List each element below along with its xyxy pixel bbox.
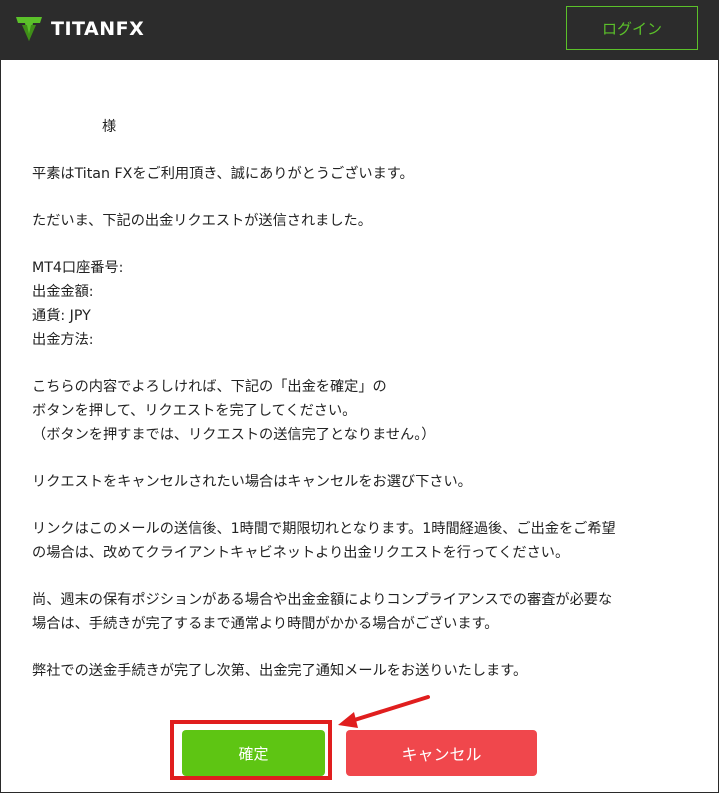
email-body: 様 平素はTitan FXをご利用頂き、誠にありがとうございます。 ただいま、下…: [32, 115, 702, 683]
brand-main-text: TITAN: [51, 18, 116, 40]
brand-fx-text: FX: [115, 18, 145, 40]
currency-row: 通貨: JPY: [32, 308, 91, 324]
confirm-instruction-3: （ボタンを押すまでは、リクエストの送信完了となりません。）: [32, 427, 436, 443]
review-note-1: 尚、週末の保有ポジションがある場合や出金金額によりコンプライアンスでの審査が必要…: [32, 592, 613, 608]
method-row: 出金方法:: [32, 328, 702, 352]
action-buttons: 確定 キャンセル: [0, 730, 719, 776]
greeting-suffix: 様: [102, 119, 117, 135]
request-sent-line: ただいま、下記の出金リクエストが送信されました。: [32, 213, 372, 229]
expiry-note-1: リンクはこのメールの送信後、1時間で期限切れとなります。1時間経過後、ご出金をご…: [32, 521, 616, 537]
confirm-instruction-1: こちらの内容でよろしければ、下記の「出金を確定」の: [32, 379, 387, 395]
cancel-button[interactable]: キャンセル: [346, 730, 537, 776]
cancel-note: リクエストをキャンセルされたい場合はキャンセルをお選び下さい。: [32, 474, 472, 490]
amount-row: 出金金額:: [32, 280, 702, 304]
titanfx-logo[interactable]: TITANFX: [14, 13, 144, 45]
intro-line: 平素はTitan FXをご利用頂き、誠にありがとうございます。: [32, 166, 414, 182]
final-note: 弊社での送金手続きが完了し次第、出金完了通知メールをお送りいたします。: [32, 663, 528, 679]
login-button[interactable]: ログイン: [566, 6, 698, 50]
method-label: 出金方法:: [32, 332, 94, 348]
confirm-button[interactable]: 確定: [182, 730, 325, 776]
account-number-label: MT4口座番号:: [32, 260, 124, 276]
greeting: 様: [32, 115, 702, 139]
brand-wordmark: TITANFX: [51, 18, 144, 40]
confirm-instruction-2: ボタンを押して、リクエストを完了してください。: [32, 403, 357, 419]
titan-shield-icon: [16, 17, 42, 41]
amount-label: 出金金額:: [32, 284, 94, 300]
annotation-arrow-icon: [338, 695, 430, 728]
expiry-note-2: の場合は、改めてクライアントキャビネットより出金リクエストを行ってください。: [32, 545, 570, 561]
site-header: TITANFX ログイン: [0, 0, 719, 60]
review-note-2: 場合は、手続きが完了するまで通常より時間がかかる場合がございます。: [32, 616, 499, 632]
account-number-row: MT4口座番号:: [32, 256, 702, 280]
